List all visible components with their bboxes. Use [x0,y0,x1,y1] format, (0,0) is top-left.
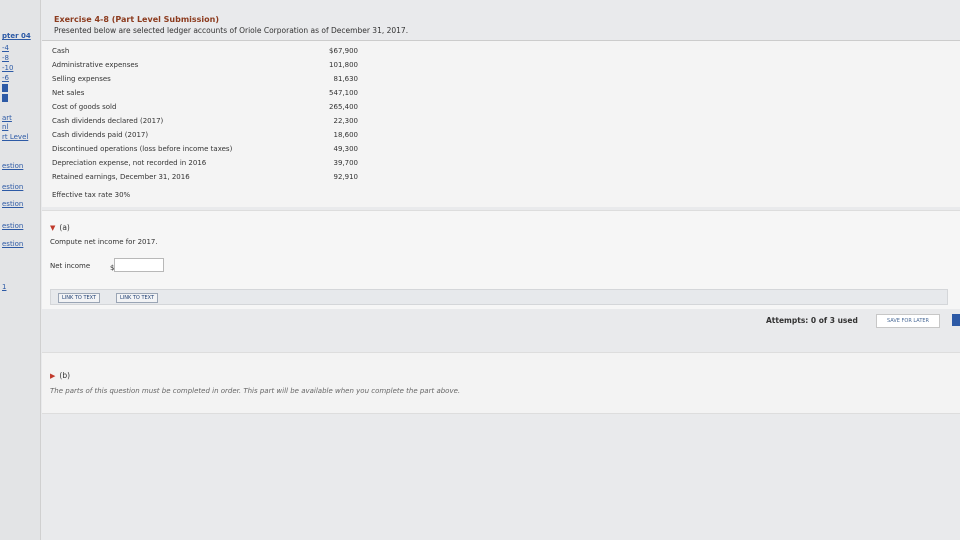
account-value: 39,700 [333,159,359,167]
account-value: 265,400 [329,103,358,111]
sidebar-item[interactable]: -10 [2,64,13,72]
account-row: Administrative expenses 101,800 [52,61,392,72]
account-value: 22,300 [333,117,359,125]
sidebar-item-question[interactable]: estion [2,162,23,170]
account-name: Net sales [52,89,85,97]
sidebar-item-question[interactable]: estion [2,200,23,208]
account-name: Selling expenses [52,75,111,83]
link-toolbar: LINK TO TEXT LINK TO TEXT [50,289,948,305]
sidebar-item-question[interactable]: estion [2,183,23,191]
net-income-input[interactable] [114,258,164,272]
part-a-label: (a) [59,223,70,232]
sidebar-item[interactable]: 1 [2,283,6,291]
account-name: Cash dividends paid (2017) [52,131,149,139]
submit-button-edge[interactable] [952,314,960,326]
save-for-later-button[interactable]: SAVE FOR LATER [876,314,940,328]
part-b-header[interactable]: ▶ (b) [50,371,70,380]
sidebar-item-question[interactable]: estion [2,222,23,230]
part-a-header[interactable]: ▼ (a) [50,223,70,232]
part-b-label: (b) [59,371,71,380]
account-name: Discontinued operations (loss before inc… [52,145,233,153]
sidebar-item[interactable]: -8 [2,54,9,62]
sidebar-item-question[interactable]: estion [2,240,23,248]
account-row: Net sales 547,100 [52,89,392,100]
sidebar-item-part-level[interactable]: rt Level [2,133,28,141]
sidebar-item-chapter[interactable]: pter 04 [2,32,31,40]
part-b-note: The parts of this question must be compl… [50,387,461,395]
part-a-question: Compute net income for 2017. [50,238,158,246]
main-content: Exercise 4-8 (Part Level Submission) Pre… [42,0,960,540]
account-name: Depreciation expense, not recorded in 20… [52,159,207,167]
account-value: $67,900 [329,47,358,55]
part-b-section: ▶ (b) The parts of this question must be … [42,352,960,414]
account-value: 49,300 [333,145,359,153]
sidebar-item[interactable]: nl [2,123,8,131]
account-row: Cash dividends declared (2017) 22,300 [52,117,392,128]
sidebar-marker [2,84,8,92]
account-value: 81,630 [333,75,359,83]
tax-rate-text: Effective tax rate 30% [52,191,131,199]
account-value: 18,600 [333,131,359,139]
sidebar-item[interactable]: art [2,114,12,122]
account-row: Retained earnings, December 31, 2016 92,… [52,173,392,184]
account-name: Administrative expenses [52,61,139,69]
account-name: Cash [52,47,70,55]
expand-down-icon: ▼ [50,224,56,232]
exercise-description: Presented below are selected ledger acco… [54,26,409,35]
sidebar: pter 04 -4 -8 -10 -6 art nl rt Level est… [0,0,41,540]
exercise-title: Exercise 4-8 (Part Level Submission) [54,15,220,24]
sidebar-item[interactable]: -6 [2,74,9,82]
link-to-text-button[interactable]: LINK TO TEXT [58,293,101,303]
account-value: 547,100 [329,89,358,97]
account-row: Cash $67,900 [52,47,392,58]
account-row: Cost of goods sold 265,400 [52,103,392,114]
account-name: Cash dividends declared (2017) [52,117,164,125]
sidebar-marker [2,94,8,102]
account-name: Cost of goods sold [52,103,117,111]
account-row: Cash dividends paid (2017) 18,600 [52,131,392,142]
account-row: Depreciation expense, not recorded in 20… [52,159,392,170]
part-a-section: ▼ (a) Compute net income for 2017. Net in… [42,210,960,309]
account-name: Retained earnings, December 31, 2016 [52,173,190,181]
sidebar-item[interactable]: -4 [2,44,9,52]
account-value: 101,800 [329,61,358,69]
account-row: Discontinued operations (loss before inc… [52,145,392,156]
net-income-label: Net income [50,262,91,270]
expand-right-icon: ▶ [50,372,56,380]
accounts-panel: Cash $67,900 Administrative expenses 101… [42,41,960,207]
account-value: 92,910 [333,173,359,181]
link-to-text-button[interactable]: LINK TO TEXT [116,293,159,303]
account-row: Selling expenses 81,630 [52,75,392,86]
attempts-text: Attempts: 0 of 3 used [766,316,858,325]
